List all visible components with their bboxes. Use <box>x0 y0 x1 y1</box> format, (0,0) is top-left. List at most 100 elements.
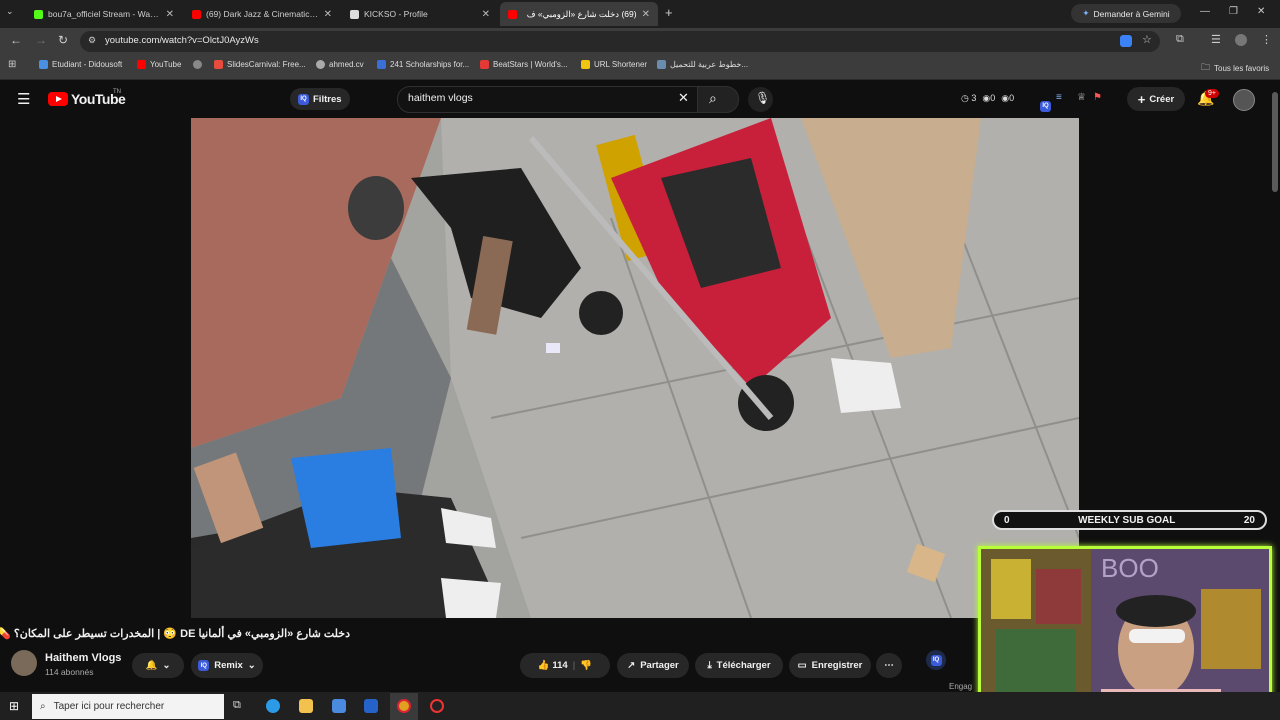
forward-icon[interactable]: → <box>35 33 47 47</box>
bookmark-label: BeatStars | World's... <box>493 60 568 69</box>
goal-label: WEEKLY SUB GOAL <box>1078 514 1176 526</box>
close-icon[interactable]: ✕ <box>166 9 174 20</box>
award-icon[interactable]: ♕ <box>1077 92 1086 103</box>
site-info-icon[interactable]: ⚙ <box>88 35 96 46</box>
youtube-icon <box>192 9 201 19</box>
back-icon[interactable]: ← <box>10 33 22 47</box>
account-avatar[interactable] <box>1233 89 1255 111</box>
bookmark-item[interactable]: 241 Scholarships for... <box>377 60 469 69</box>
close-icon[interactable]: ✕ <box>482 9 490 20</box>
new-tab-button[interactable]: + <box>665 5 673 20</box>
list-icon[interactable]: ≡ <box>1056 92 1062 103</box>
mail-icon[interactable] <box>364 699 378 713</box>
bookmark-item[interactable]: SlidesCarnival: Free... <box>214 60 306 69</box>
bookmark-label: خطوط عربية للتحميل... <box>670 60 749 69</box>
save-button[interactable]: ▭ Enregistrer <box>789 653 871 678</box>
bookmark-item[interactable] <box>193 60 206 69</box>
more-actions-button[interactable]: ⋯ <box>876 653 902 678</box>
bookmark-item[interactable]: خطوط عربية للتحميل... <box>657 60 748 69</box>
create-button[interactable]: + Créer <box>1127 87 1185 111</box>
tab-title: (69) دخلت شارع «الزومبي» ف <box>526 8 637 19</box>
clear-search-icon[interactable]: ✕ <box>678 90 689 106</box>
minimize-icon[interactable]: — <box>1200 6 1210 17</box>
gemini-button[interactable]: ✦ Demander à Gemini <box>1071 4 1181 23</box>
more-icon: ⋯ <box>884 660 894 671</box>
tab-title: (69) Dark Jazz & Cinematic Trip <box>206 9 319 19</box>
tab-kickso[interactable]: KICKSO - Profile ✕ <box>342 2 498 26</box>
reload-icon[interactable]: ↻ <box>58 33 68 47</box>
close-icon[interactable]: ✕ <box>324 9 332 20</box>
alert-icon[interactable]: ⚑ <box>1093 92 1102 103</box>
reading-list-icon[interactable]: ☰ <box>1211 33 1221 46</box>
iq-panel-button[interactable]: IQ <box>926 650 946 670</box>
remix-button[interactable]: IQ Remix ⌄ <box>191 653 263 678</box>
maximize-icon[interactable]: ❐ <box>1229 6 1238 17</box>
chrome-icon[interactable] <box>397 699 411 713</box>
close-icon[interactable]: ✕ <box>642 9 650 20</box>
menu-icon[interactable]: ⋮ <box>1261 33 1272 46</box>
channel-avatar[interactable] <box>11 650 37 676</box>
close-window-icon[interactable]: ✕ <box>1257 6 1265 17</box>
chevron-down-icon: ⌄ <box>247 660 256 671</box>
goal-target: 20 <box>1243 514 1255 526</box>
video-player[interactable] <box>191 118 1079 618</box>
iq-extension-icon[interactable]: IQ <box>1040 94 1051 112</box>
bookmark-icon <box>657 60 666 69</box>
all-bookmarks-folder[interactable]: 🗀 Tous les favoris <box>1201 60 1269 76</box>
store-icon[interactable] <box>332 699 346 713</box>
filters-button[interactable]: IQ Filtres <box>290 88 350 110</box>
like-button[interactable]: 👍 114 <box>538 660 568 671</box>
plus-icon: + <box>1137 91 1146 107</box>
scrollbar-thumb[interactable] <box>1272 92 1278 192</box>
sub-goal-bar: 0 WEEKLY SUB GOAL 20 <box>992 510 1267 530</box>
video-frame <box>191 118 1079 618</box>
task-view-icon[interactable]: ⧉ <box>233 699 247 713</box>
bookmark-item[interactable]: Etudiant - Didousoft <box>39 60 122 69</box>
hamburger-menu-icon[interactable]: ☰ <box>17 90 30 108</box>
tab-dark-jazz[interactable]: (69) Dark Jazz & Cinematic Trip ✕ <box>184 2 340 26</box>
voice-search-button[interactable]: 🎙 <box>748 87 773 112</box>
search-button[interactable]: ⌕ <box>697 86 739 113</box>
bookmark-star-icon[interactable]: ☆ <box>1142 33 1152 46</box>
bookmark-item[interactable]: ahmed.cv <box>316 60 364 69</box>
notifications-subscribe-button[interactable]: 🔔 ⌄ <box>132 653 184 678</box>
tab-current-video[interactable]: (69) دخلت شارع «الزومبي» ف ✕ <box>500 2 658 26</box>
bookmark-label: SlidesCarnival: Free... <box>227 60 306 69</box>
extensions-icon[interactable]: ⧉ <box>1176 33 1184 46</box>
download-button[interactable]: ⤓ Télécharger <box>695 653 783 678</box>
apps-grid-icon[interactable]: ⊞ <box>8 59 16 70</box>
obs-icon[interactable] <box>430 699 444 713</box>
video-title: دخلت شارع «الزومبي» في ألمانيا DE 😳 | ال… <box>0 628 350 640</box>
bookmark-item[interactable]: YouTube <box>137 60 181 69</box>
like-dislike-group: 👍 114 | 👎 <box>520 653 610 678</box>
bookmark-icon <box>214 60 223 69</box>
taskbar-search-input[interactable]: ⌕ Taper ici pour rechercher <box>32 694 224 719</box>
views-stat: ◉0 <box>982 93 996 103</box>
profile-avatar[interactable] <box>1235 34 1247 46</box>
iq-extension-icon: IQ <box>198 660 210 671</box>
bookmark-icon <box>39 60 48 69</box>
install-app-icon[interactable] <box>1120 35 1132 47</box>
folder-icon: 🗀 <box>1201 62 1211 72</box>
bookmark-label: URL Shortener <box>594 60 648 69</box>
channel-name[interactable]: Haithem Vlogs <box>45 652 121 664</box>
engagement-label: Engag <box>949 682 973 691</box>
dislike-icon[interactable]: 👎 <box>580 660 592 671</box>
iq-extension-icon: IQ <box>298 93 309 105</box>
windows-start-icon[interactable]: ⊞ <box>9 699 19 713</box>
search-query[interactable]: haithem vlogs <box>408 92 473 104</box>
tab-title: KICKSO - Profile <box>364 9 428 19</box>
edge-icon[interactable] <box>266 699 280 713</box>
file-explorer-icon[interactable] <box>299 699 313 713</box>
bookmark-item[interactable]: URL Shortener <box>581 60 647 69</box>
tab-kick-stream[interactable]: bou7a_officiel Stream - Watch L ✕ <box>26 2 182 26</box>
tab-list-button[interactable]: ⌄ <box>6 6 14 17</box>
bookmark-item[interactable]: BeatStars | World's... <box>480 60 568 69</box>
bookmark-label: Etudiant - Didousoft <box>52 60 123 69</box>
folder-icon <box>581 60 590 69</box>
url-text[interactable]: youtube.com/watch?v=OlctJ0AyzWs <box>105 35 259 46</box>
globe-icon <box>193 60 202 69</box>
share-button[interactable]: ↗ Partager <box>617 653 689 678</box>
tab-title: bou7a_officiel Stream - Watch L <box>48 9 161 19</box>
bookmark-label: YouTube <box>150 60 182 69</box>
